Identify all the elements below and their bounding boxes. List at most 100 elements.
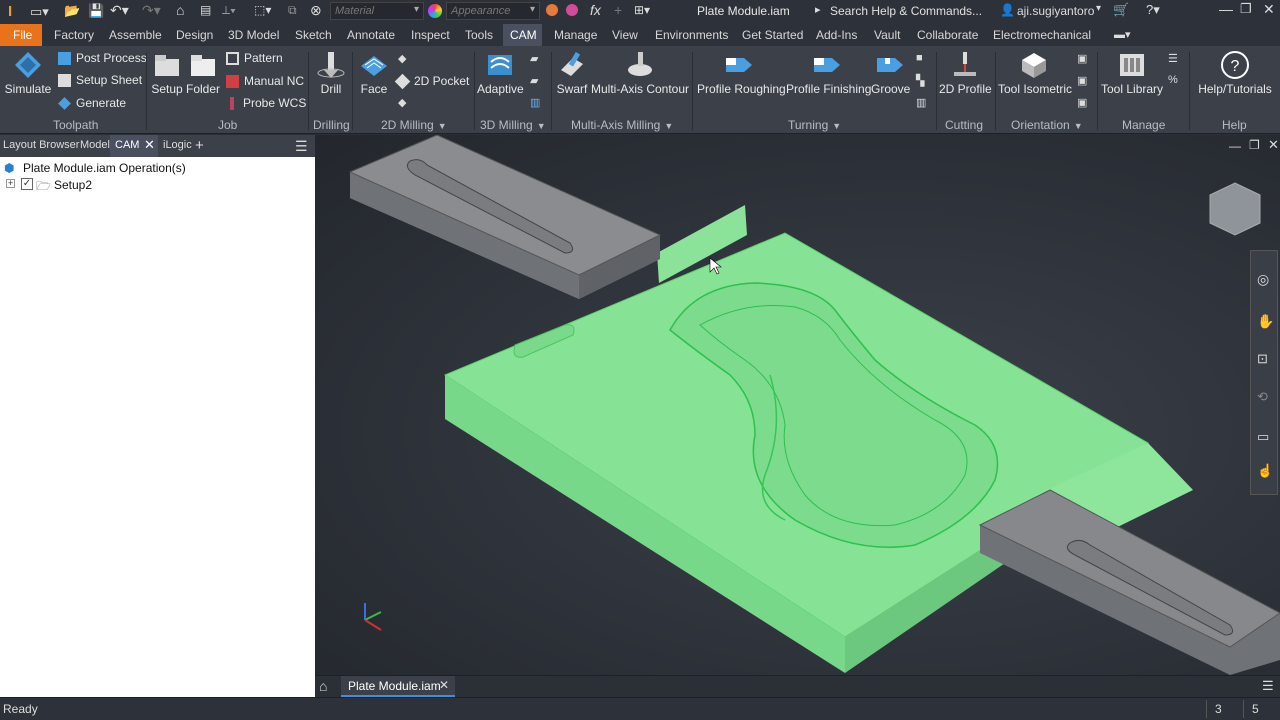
search-help-field[interactable]: Search Help & Commands...: [826, 2, 996, 20]
tab-view[interactable]: View: [612, 28, 638, 42]
multi-axis-dropdown[interactable]: Multi-Axis Milling ▼: [571, 118, 673, 132]
tab-design[interactable]: Design: [176, 28, 213, 42]
tool-library-button[interactable]: Tool Library: [1101, 50, 1163, 96]
print-icon[interactable]: ▤: [200, 3, 211, 17]
checkbox-icon[interactable]: ✓: [21, 178, 33, 190]
orbit-icon[interactable]: ⟲: [1257, 389, 1268, 405]
restore-icon[interactable]: ❐: [1240, 1, 1252, 17]
cart-icon[interactable]: 🛒: [1113, 2, 1129, 18]
steering-wheel-icon[interactable]: ◎: [1257, 271, 1269, 288]
appearance-dropdown[interactable]: Appearance ▾: [446, 2, 540, 20]
inventor-logo-icon[interactable]: I: [8, 3, 12, 20]
file-menu[interactable]: File: [0, 24, 42, 46]
tab-get-started[interactable]: Get Started: [742, 28, 803, 42]
generate-button[interactable]: Generate: [58, 96, 126, 111]
parameters-icon[interactable]: fx: [590, 2, 601, 18]
tab-add-ins[interactable]: Add-Ins: [816, 28, 857, 42]
tree-root[interactable]: ⬢ Plate Module.iam Operation(s): [4, 161, 304, 177]
tab-model[interactable]: Model: [80, 139, 110, 151]
viewport-restore-icon[interactable]: ❐: [1249, 138, 1260, 152]
measure-icon[interactable]: ⟂▾: [222, 3, 236, 18]
document-tab[interactable]: Plate Module.iam ✕: [341, 676, 455, 697]
folder-button[interactable]: Folder: [186, 50, 220, 96]
viewport-minimize-icon[interactable]: —: [1229, 139, 1241, 153]
tab-collaborate[interactable]: Collaborate: [917, 28, 978, 42]
milling-3d-dropdown[interactable]: 3D Milling ▼: [480, 118, 546, 132]
bore-icon[interactable]: ◆: [398, 96, 406, 109]
add-tab-icon[interactable]: +: [195, 137, 204, 154]
close-icon[interactable]: ✕: [439, 678, 449, 692]
undo-icon[interactable]: ↶▾: [110, 2, 129, 19]
menu-icon[interactable]: ☰: [295, 138, 308, 155]
close-icon[interactable]: ✕: [1263, 1, 1275, 18]
tab-electromechanical[interactable]: Electromechanical: [993, 28, 1091, 42]
stop-icon[interactable]: ⊗: [310, 2, 322, 19]
drill-button[interactable]: Drill: [314, 50, 348, 96]
tool-isometric-button[interactable]: Tool Isometric: [998, 50, 1072, 96]
chevron-down-icon[interactable]: ▾: [1096, 3, 1101, 14]
profile-roughing-button[interactable]: Profile Roughing: [697, 50, 786, 96]
library-percent-icon[interactable]: %: [1168, 74, 1178, 86]
home-icon[interactable]: ⌂: [319, 678, 327, 694]
ribbon-toggle-icon[interactable]: ▬▾: [1114, 28, 1131, 41]
setup-sheet-button[interactable]: Setup Sheet: [58, 73, 142, 88]
view-top-icon[interactable]: ▣: [1077, 74, 1087, 87]
groove-button[interactable]: Groove: [871, 50, 910, 96]
expand-icon[interactable]: +: [6, 179, 15, 188]
adjust-icon[interactable]: [546, 4, 558, 16]
setup-button[interactable]: Setup: [150, 50, 184, 96]
add-icon[interactable]: +: [614, 2, 622, 18]
tab-environments[interactable]: Environments: [655, 28, 728, 42]
steep-shallow-icon[interactable]: ▰: [530, 74, 538, 87]
post-process-button[interactable]: Post Process: [58, 51, 147, 66]
pan-hand-icon[interactable]: ✋: [1257, 313, 1274, 330]
material-dropdown[interactable]: Material ▾: [330, 2, 424, 20]
tab-vault[interactable]: Vault: [874, 28, 900, 42]
minimize-icon[interactable]: —: [1219, 1, 1233, 17]
tab-menu-icon[interactable]: ☰: [1262, 678, 1274, 694]
viewport-close-icon[interactable]: ✕: [1268, 137, 1279, 153]
tree-item-setup[interactable]: + ✓ 🗁 Setup2: [6, 178, 206, 194]
zoom-icon[interactable]: ⊡: [1257, 351, 1268, 367]
save-icon[interactable]: 💾: [88, 3, 104, 19]
profile-2d-button[interactable]: 2D Profile: [939, 50, 992, 96]
graphics-viewport[interactable]: — ❐ ✕ ◎ ✋ ⊡ ⟲ ▭ ☝: [315, 135, 1280, 675]
turning-dropdown[interactable]: Turning ▼: [788, 118, 841, 132]
tab-layout-browser[interactable]: Layout Browser: [3, 139, 79, 151]
viewcube-icon[interactable]: [1209, 182, 1261, 236]
ilogic-icon[interactable]: ⊞▾: [634, 3, 650, 17]
open-folder-icon[interactable]: 📂: [64, 3, 80, 19]
tab-annotate[interactable]: Annotate: [347, 28, 395, 42]
tab-cam-browser-active[interactable]: CAM ✕: [110, 135, 158, 157]
simulate-button[interactable]: Simulate: [4, 50, 52, 96]
redo-icon[interactable]: ↷▾: [142, 2, 161, 19]
free-orbit-icon[interactable]: ☝: [1257, 463, 1273, 479]
orientation-dropdown[interactable]: Orientation ▼: [1011, 118, 1083, 132]
view-front-icon[interactable]: ▣: [1077, 52, 1087, 65]
tab-factory[interactable]: Factory: [54, 28, 94, 42]
turning-thread-icon[interactable]: ▚: [916, 74, 924, 87]
new-file-icon[interactable]: ▭▾: [30, 4, 49, 20]
view-face-icon[interactable]: ▭: [1257, 429, 1269, 445]
multi-axis-contour-button[interactable]: Multi-Axis Contour: [591, 50, 689, 96]
tab-sketch[interactable]: Sketch: [295, 28, 332, 42]
help-tutorials-button[interactable]: ? Help/Tutorials: [1196, 50, 1274, 96]
tab-assemble[interactable]: Assemble: [109, 28, 162, 42]
contour-2d-icon[interactable]: ◆: [398, 52, 406, 65]
pattern-button[interactable]: Pattern: [226, 51, 283, 66]
parallel-icon[interactable]: ▥: [530, 96, 540, 109]
library-list-icon[interactable]: ☰: [1168, 52, 1178, 65]
tab-inspect[interactable]: Inspect: [411, 28, 450, 42]
help-icon[interactable]: ?▾: [1146, 2, 1160, 18]
turning-face-icon[interactable]: ■: [916, 52, 923, 64]
pocket-2d-button[interactable]: 2D Pocket: [394, 74, 469, 90]
face-button[interactable]: Face: [356, 50, 392, 96]
update-icon[interactable]: ⧉: [288, 3, 297, 18]
adaptive-button[interactable]: Adaptive: [477, 50, 524, 96]
profile-finishing-button[interactable]: Profile Finishing: [786, 50, 871, 96]
select-icon[interactable]: ⬚▾: [254, 3, 271, 17]
view-side-icon[interactable]: ▣: [1077, 96, 1087, 109]
tab-manage[interactable]: Manage: [554, 28, 597, 42]
tab-tools[interactable]: Tools: [465, 28, 493, 42]
probe-wcs-button[interactable]: Probe WCS: [226, 96, 306, 111]
